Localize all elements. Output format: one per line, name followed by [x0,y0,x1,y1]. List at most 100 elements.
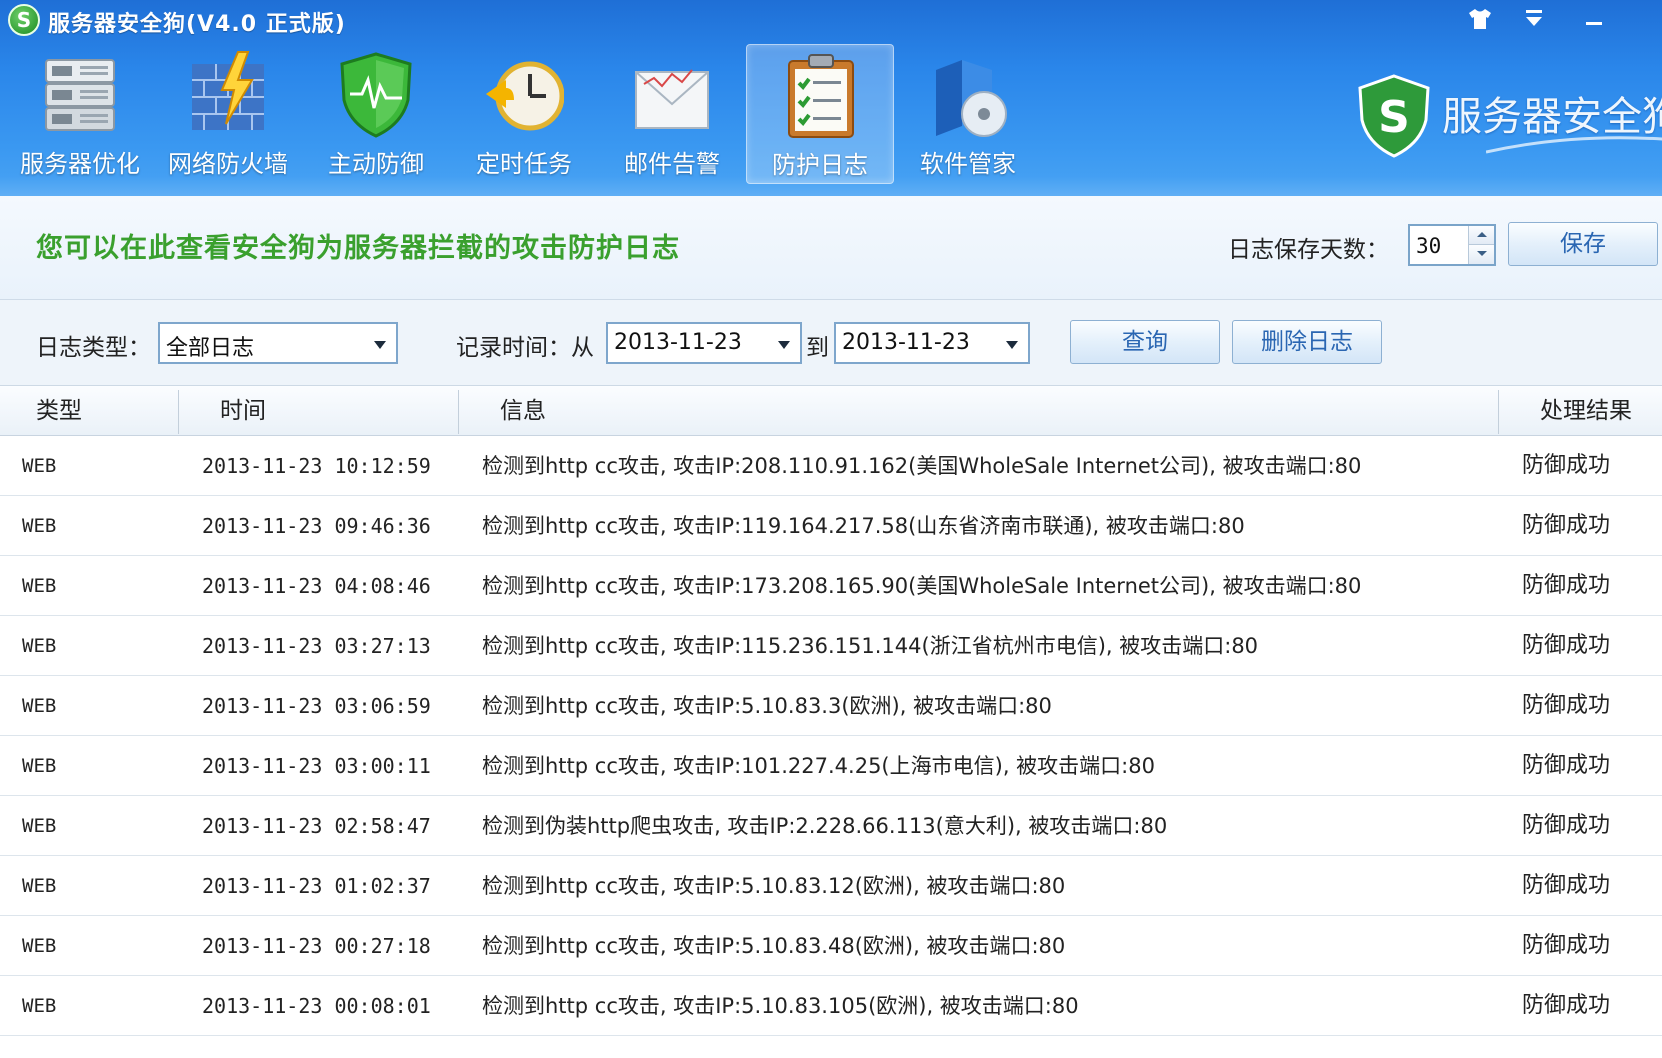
cell-result: 防御成功 [1522,693,1611,718]
chevron-down-icon [778,341,790,349]
app-window: S 服务器安全狗(V4.0 正式版) 服务器优化 网络防火墙 主动防御 定时任务… [0,0,1662,1058]
clock-icon [486,61,564,131]
cell-result: 防御成功 [1522,993,1611,1018]
shirt-icon [1469,9,1491,29]
menu-dropdown-icon [1526,10,1542,26]
tool-scheduled-task[interactable]: 定时任务 [450,44,598,184]
column-info-header[interactable]: 信息 [500,386,546,436]
cell-type: WEB [22,515,57,537]
cell-result: 防御成功 [1522,573,1611,598]
cell-time: 2013-11-23 03:27:13 [202,634,431,658]
table-row[interactable]: WEB 2013-11-23 01:02:37 检测到http cc攻击, 攻击… [0,856,1662,916]
mail-icon [635,69,709,129]
tool-label: 服务器优化 [20,150,140,178]
cell-info: 检测到http cc攻击, 攻击IP:5.10.83.48(欧洲), 被攻击端口… [482,934,1066,958]
column-time-header[interactable]: 时间 [220,386,266,436]
cell-info: 检测到http cc攻击, 攻击IP:101.227.4.25(上海市电信), … [482,754,1155,778]
cell-type: WEB [22,935,57,957]
table-row[interactable]: WEB 2013-11-23 03:00:11 检测到http cc攻击, 攻击… [0,736,1662,796]
minimize-button[interactable] [1574,2,1614,36]
column-divider[interactable] [178,390,179,434]
cell-type: WEB [22,695,57,717]
cell-result: 防御成功 [1522,873,1611,898]
table-row[interactable]: WEB 2013-11-23 03:27:13 检测到http cc攻击, 攻击… [0,616,1662,676]
brand-shield-icon: S [1358,74,1430,158]
menu-button[interactable] [1514,2,1554,36]
cell-time: 2013-11-23 03:00:11 [202,754,431,778]
chevron-down-icon [374,341,386,349]
cell-time: 2013-11-23 01:02:37 [202,874,431,898]
tool-server-optimize[interactable]: 服务器优化 [6,44,154,184]
cell-time: 2013-11-23 04:08:46 [202,574,431,598]
arrow-up-icon [1477,232,1487,237]
cell-time: 2013-11-23 03:06:59 [202,694,431,718]
table-row[interactable]: WEB 2013-11-23 09:46:36 检测到http cc攻击, 攻击… [0,496,1662,556]
cell-info: 检测到http cc攻击, 攻击IP:5.10.83.105(欧洲), 被攻击端… [482,994,1079,1018]
log-type-value: 全部日志 [166,336,255,361]
record-time-label: 记录时间：从 [456,335,594,361]
days-label: 日志保存天数： [1228,237,1389,263]
from-date-picker[interactable]: 2013-11-23 [606,322,802,364]
tool-label: 网络防火墙 [168,150,288,178]
days-spinner[interactable]: 30 [1408,224,1496,266]
header-bar: S 服务器安全狗(V4.0 正式版) 服务器优化 网络防火墙 主动防御 定时任务… [0,0,1662,196]
to-date-picker[interactable]: 2013-11-23 [834,322,1030,364]
cell-time: 2013-11-23 00:27:18 [202,934,431,958]
table-row[interactable]: WEB 2013-11-23 00:27:18 检测到http cc攻击, 攻击… [0,916,1662,976]
tool-active-defense[interactable]: 主动防御 [302,44,450,184]
table-row[interactable]: WEB 2013-11-23 02:58:47 检测到伪装http爬虫攻击, 攻… [0,796,1662,856]
tool-label: 邮件告警 [624,150,720,178]
intro-bar: 您可以在此查看安全狗为服务器拦截的攻击防护日志 日志保存天数： 30 保存 [0,196,1662,300]
column-divider[interactable] [1498,390,1499,434]
delete-log-button[interactable]: 删除日志 [1232,320,1382,364]
server-icon [45,59,115,131]
cell-time: 2013-11-23 09:46:36 [202,514,431,538]
cell-info: 检测到http cc攻击, 攻击IP:119.164.217.58(山东省济南市… [482,514,1245,538]
cell-info: 检测到http cc攻击, 攻击IP:173.208.165.90(美国Whol… [482,574,1362,598]
table-row[interactable]: WEB 2013-11-23 04:08:46 检测到http cc攻击, 攻击… [0,556,1662,616]
cell-info: 检测到http cc攻击, 攻击IP:5.10.83.3(欧洲), 被攻击端口:… [482,694,1052,718]
log-type-label: 日志类型： [36,335,151,361]
main-toolbar: 服务器优化 网络防火墙 主动防御 定时任务 邮件告警 防护日志 软件管家 [6,44,1042,188]
tool-firewall[interactable]: 网络防火墙 [154,44,302,184]
cell-result: 防御成功 [1522,633,1611,658]
tool-protection-log[interactable]: 防护日志 [746,44,894,184]
cell-type: WEB [22,875,57,897]
clipboard-icon [788,54,854,138]
cell-type: WEB [22,815,57,837]
spin-up-button[interactable] [1468,226,1494,245]
chevron-down-icon [1006,341,1018,349]
from-date-value: 2013-11-23 [614,330,742,355]
cell-result: 防御成功 [1522,453,1611,478]
cell-type: WEB [22,455,57,477]
svg-text:S: S [1378,92,1410,143]
cell-type: WEB [22,575,57,597]
tool-mail-alert[interactable]: 邮件告警 [598,44,746,184]
table-row[interactable]: WEB 2013-11-23 10:12:59 检测到http cc攻击, 攻击… [0,436,1662,496]
save-button[interactable]: 保存 [1508,222,1658,266]
cell-result: 防御成功 [1522,513,1611,538]
shield-icon [340,52,412,138]
cell-result: 防御成功 [1522,753,1611,778]
spin-down-button[interactable] [1468,245,1494,264]
app-logo-icon: S [8,4,40,36]
column-divider[interactable] [458,390,459,434]
table-header: 类型 时间 信息 处理结果 [0,386,1662,436]
cell-type: WEB [22,755,57,777]
cell-info: 检测到http cc攻击, 攻击IP:115.236.151.144(浙江省杭州… [482,634,1259,658]
table-row[interactable]: WEB 2013-11-23 00:08:01 检测到http cc攻击, 攻击… [0,976,1662,1036]
column-type-header[interactable]: 类型 [36,386,82,436]
table-row[interactable]: WEB 2013-11-23 03:06:59 检测到http cc攻击, 攻击… [0,676,1662,736]
window-title: 服务器安全狗(V4.0 正式版) [48,12,346,37]
tool-software-manager[interactable]: 软件管家 [894,44,1042,184]
query-button[interactable]: 查询 [1070,320,1220,364]
software-box-icon [936,60,1007,137]
column-result-header[interactable]: 处理结果 [1540,386,1632,436]
skin-button[interactable] [1460,2,1500,36]
cell-time: 2013-11-23 00:08:01 [202,994,431,1018]
swoosh-decoration [1486,136,1662,154]
cell-info: 检测到伪装http爬虫攻击, 攻击IP:2.228.66.113(意大利), 被… [482,814,1168,838]
log-type-select[interactable]: 全部日志 [158,322,398,364]
cell-time: 2013-11-23 02:58:47 [202,814,431,838]
days-value: 30 [1416,234,1442,258]
